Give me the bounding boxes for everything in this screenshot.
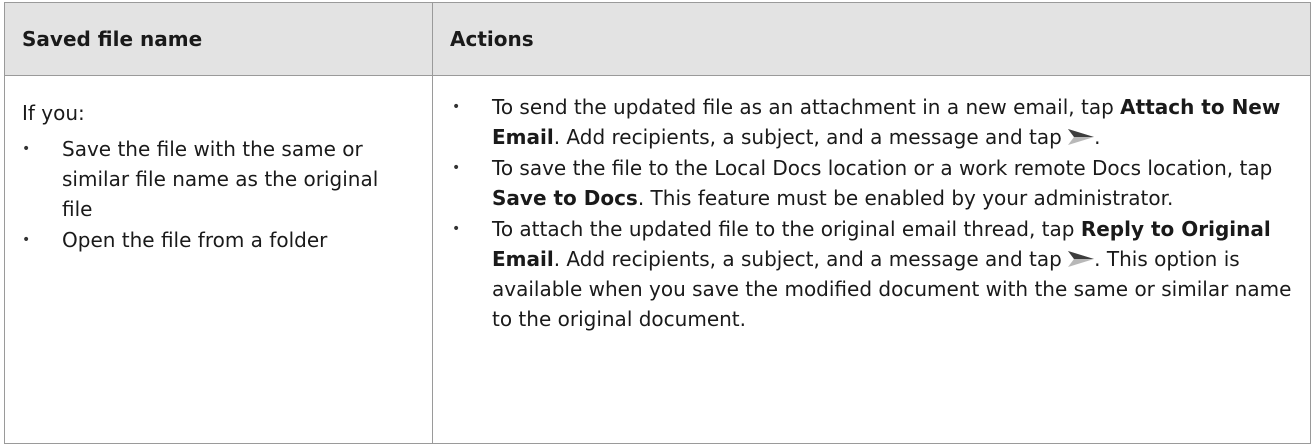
list-item: • Open the file from a folder xyxy=(22,225,412,255)
condition-text: Open the file from a folder xyxy=(62,228,328,252)
action-text: . xyxy=(1094,125,1101,149)
list-item: • Save the file with the same or similar… xyxy=(22,134,412,224)
saved-file-name-cell: If you: • Save the file with the same or… xyxy=(4,75,433,444)
header-saved-file-name: Saved file name xyxy=(4,2,433,76)
bullet-icon: • xyxy=(452,221,461,237)
bullet-icon: • xyxy=(22,232,31,248)
list-item: • To send the updated file as an attachm… xyxy=(452,92,1292,152)
condition-text: Save the file with the same or similar f… xyxy=(62,137,379,221)
intro-text: If you: xyxy=(22,101,85,125)
action-text: . Add recipients, a subject, and a messa… xyxy=(553,247,1069,271)
list-item: • To save the file to the Local Docs loc… xyxy=(452,153,1292,213)
header-actions: Actions xyxy=(432,2,1311,76)
bullet-icon: • xyxy=(452,99,461,115)
action-text: To send the updated file as an attachmen… xyxy=(492,95,1121,119)
condition-list: • Save the file with the same or similar… xyxy=(22,134,412,255)
saved-file-actions-table: Saved file name Actions If you: • Save t… xyxy=(4,2,1311,444)
actions-list: • To send the updated file as an attachm… xyxy=(452,92,1292,334)
action-text: To save the file to the Local Docs locat… xyxy=(492,156,1273,180)
bullet-icon: • xyxy=(452,160,461,176)
table-header-row: Saved file name Actions xyxy=(4,2,1311,76)
action-text: . This feature must be enabled by your a… xyxy=(637,186,1174,210)
action-text: . Add recipients, a subject, and a messa… xyxy=(553,125,1069,149)
table-row: If you: • Save the file with the same or… xyxy=(4,75,1311,444)
actions-cell: • To send the updated file as an attachm… xyxy=(432,75,1311,444)
send-icon xyxy=(1068,251,1095,267)
save-to-docs-label: Save to Docs xyxy=(492,186,638,210)
action-text: To attach the updated file to the origin… xyxy=(492,217,1081,241)
list-item: • To attach the updated file to the orig… xyxy=(452,214,1292,334)
send-icon xyxy=(1068,129,1095,145)
bullet-icon: • xyxy=(22,141,31,157)
